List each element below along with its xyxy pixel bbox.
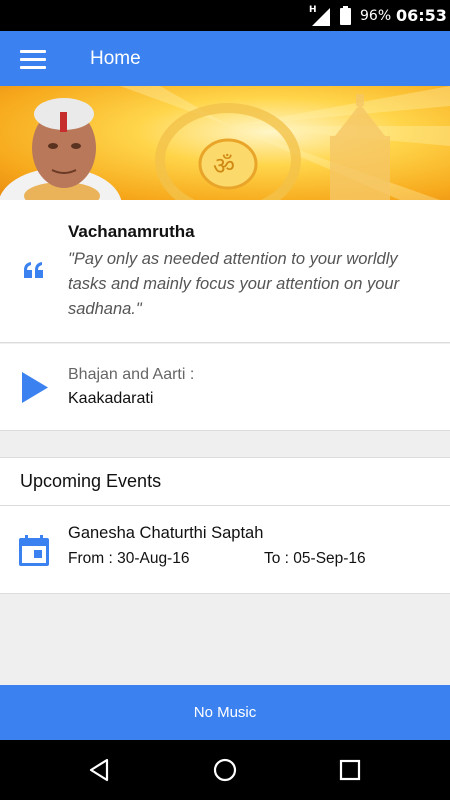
vachanamrutha-title: Vachanamrutha: [68, 222, 195, 241]
app-bar: Home: [0, 31, 450, 86]
upcoming-events-header: Upcoming Events: [0, 457, 450, 506]
bhajan-card[interactable]: Bhajan and Aarti : Kaakadarati: [0, 344, 450, 431]
system-navigation-bar: [0, 740, 450, 800]
quote-icon: [24, 262, 43, 278]
event-to-date: To : 05-Sep-16: [264, 550, 366, 567]
vachanamrutha-card[interactable]: Vachanamrutha "Pay only as needed attent…: [0, 200, 450, 343]
play-icon[interactable]: [22, 372, 48, 403]
signal-icon: [312, 8, 330, 26]
status-bar: H 96% 06:53: [0, 0, 450, 31]
calendar-icon: [19, 535, 49, 566]
music-player-bar[interactable]: No Music: [0, 685, 450, 740]
vachanamrutha-quote: "Pay only as needed attention to your wo…: [68, 250, 400, 318]
event-name: Ganesha Chaturthi Saptah: [68, 524, 264, 542]
page-title: Home: [90, 48, 141, 69]
battery-icon: [340, 6, 351, 25]
event-item[interactable]: Ganesha Chaturthi Saptah From : 30-Aug-1…: [0, 506, 450, 594]
home-icon[interactable]: [213, 758, 237, 782]
recents-icon[interactable]: [338, 758, 362, 782]
bhajan-name: Kaakadarati: [68, 390, 154, 407]
upcoming-events-title: Upcoming Events: [20, 471, 162, 491]
clock: 06:53: [396, 6, 447, 25]
back-icon[interactable]: [88, 758, 112, 782]
bhajan-label: Bhajan and Aarti :: [68, 366, 195, 383]
hamburger-menu-icon[interactable]: [20, 50, 46, 69]
banner-image: ॐ: [0, 86, 450, 200]
svg-text:ॐ: ॐ: [213, 152, 235, 180]
event-from-date: From : 30-Aug-16: [68, 550, 190, 567]
battery-percentage: 96%: [360, 8, 392, 24]
banner-artwork: ॐ: [0, 86, 450, 200]
